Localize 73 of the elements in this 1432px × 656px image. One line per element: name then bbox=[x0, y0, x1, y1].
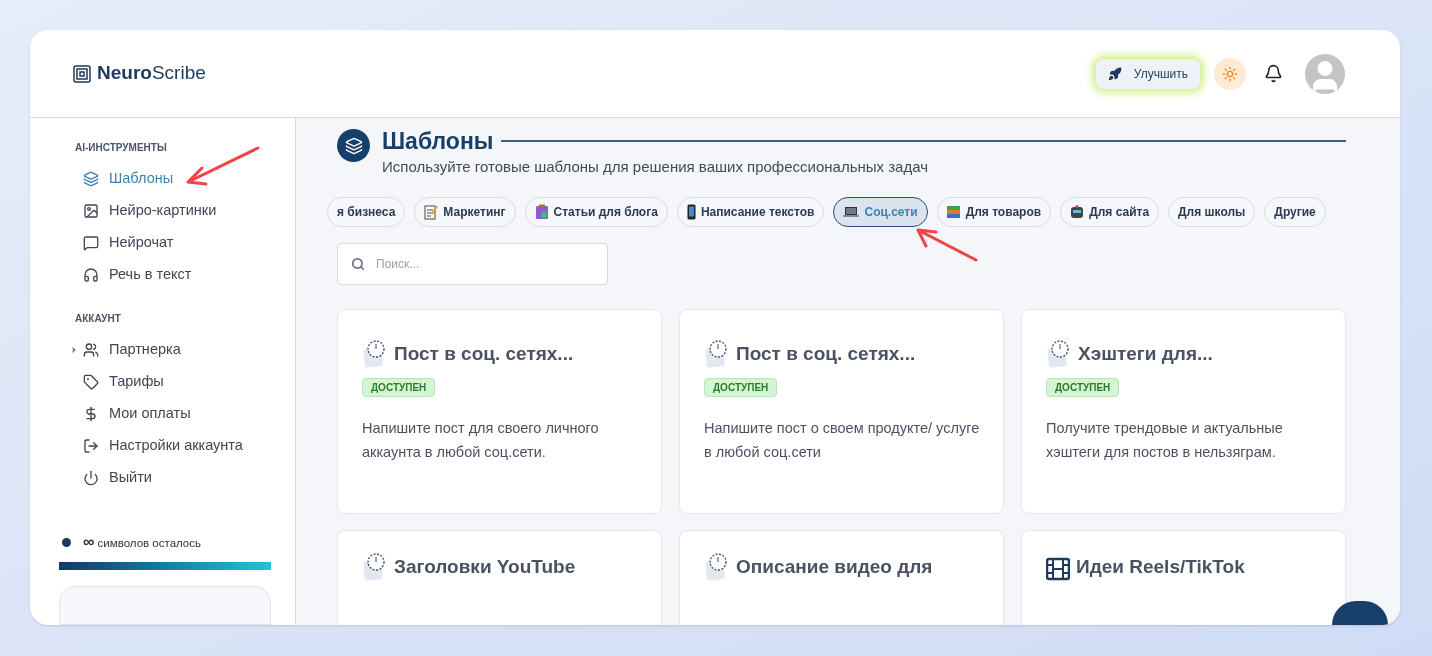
card-title: Пост в соц. сетях... bbox=[394, 341, 574, 366]
sidebar-link[interactable]: Партнерка bbox=[83, 339, 181, 361]
clock-note-icon bbox=[362, 553, 388, 581]
sidebar-link[interactable]: Шаблоны bbox=[83, 168, 174, 190]
sidebar-link[interactable]: Нейрочат bbox=[83, 232, 174, 254]
section-heading: АККАУНТ bbox=[75, 312, 122, 326]
category-chip[interactable]: Для товаров bbox=[936, 196, 1052, 227]
expand-caret-icon[interactable] bbox=[69, 345, 79, 355]
page-subtitle: Используйте готовые шаблоны для решения ваших профессиональных задач bbox=[382, 157, 929, 177]
brand-name: NeuroScribe bbox=[97, 61, 206, 86]
category-chip[interactable]: Другие bbox=[1264, 196, 1326, 227]
film-icon bbox=[1046, 557, 1070, 581]
category-chip[interactable]: Для сайта bbox=[1060, 196, 1160, 227]
card-title: Описание видео для bbox=[736, 554, 933, 579]
category-chip[interactable]: Маркетинг bbox=[414, 196, 516, 227]
notepad-icon bbox=[424, 203, 439, 220]
card-title: Хэштеги для... bbox=[1078, 341, 1213, 366]
robot-icon bbox=[1070, 204, 1085, 219]
card-description: Напишите пост о своем продукте/ услуге в любой соц.сети bbox=[704, 419, 981, 462]
phone-icon bbox=[686, 203, 696, 220]
notification-bell-icon[interactable] bbox=[1264, 64, 1283, 83]
card-title: Идеи Reels/TikTok bbox=[1076, 554, 1245, 579]
sun-icon bbox=[1222, 65, 1238, 82]
search-icon bbox=[351, 256, 365, 271]
headphones-icon bbox=[83, 267, 99, 283]
layers-icon bbox=[83, 171, 99, 187]
availability-badge: ДОСТУПЕН bbox=[704, 378, 778, 397]
chat-fab[interactable] bbox=[1332, 601, 1388, 625]
template-card[interactable]: Описание видео для bbox=[679, 529, 1004, 625]
template-card[interactable]: Хэштеги для... ДОСТУПЕН Получите трендовые и актуальные хэштеги для постов в нельзяграм. bbox=[1021, 308, 1346, 514]
clipboard-icon bbox=[534, 203, 549, 220]
card-title: Пост в соц. сетях... bbox=[736, 341, 916, 366]
card-description: Напишите пост для своего личного аккаунта в любой соц.сети. bbox=[362, 419, 600, 462]
category-chip[interactable]: я бизнеса bbox=[327, 196, 406, 227]
clock-note-icon bbox=[362, 340, 388, 368]
logo-icon bbox=[73, 64, 91, 83]
users-icon bbox=[83, 342, 99, 358]
template-card[interactable]: Заголовки YouTube bbox=[337, 529, 662, 625]
sidebar-link[interactable]: Речь в текст bbox=[83, 264, 192, 286]
availability-badge: ДОСТУПЕН bbox=[362, 378, 436, 397]
sidebar-link[interactable]: Нейро-картинки bbox=[83, 200, 217, 222]
card-description: Получите трендовые и актуальные хэштеги для постов в нельзяграм. bbox=[1046, 419, 1284, 462]
clock-note-icon bbox=[704, 340, 730, 368]
layers-icon bbox=[344, 136, 363, 155]
power-icon bbox=[83, 470, 99, 486]
books-icon bbox=[946, 204, 961, 219]
tag-icon bbox=[83, 374, 99, 390]
chat-icon bbox=[83, 235, 99, 251]
availability-badge: ДОСТУПЕН bbox=[1046, 378, 1120, 397]
upgrade-button[interactable]: Улучшить bbox=[1095, 58, 1200, 89]
template-card[interactable]: Пост в соц. сетях... ДОСТУПЕН Напишите пост для своего личного аккаунта в любой соц.сети. bbox=[337, 308, 662, 514]
card-title: Заголовки YouTube bbox=[394, 554, 576, 579]
sidebar-link[interactable]: Тарифы bbox=[83, 371, 164, 393]
image-icon bbox=[83, 203, 99, 219]
section-heading: AI-ИНСТРУМЕНТЫ bbox=[75, 141, 168, 155]
sidebar-link[interactable]: Настройки аккаунта bbox=[83, 435, 243, 457]
sidebar-link[interactable]: Выйти bbox=[83, 467, 152, 489]
rocket-icon bbox=[1107, 66, 1122, 81]
search-field[interactable]: Поиск... bbox=[337, 242, 608, 285]
sidebar-link[interactable]: Мои оплаты bbox=[83, 403, 191, 425]
category-chip[interactable]: Статьи для блога bbox=[524, 196, 668, 227]
template-card[interactable]: Идеи Reels/TikTok bbox=[1021, 529, 1346, 625]
category-chip[interactable]: Написание текстов bbox=[676, 196, 825, 227]
laptop-icon bbox=[843, 205, 860, 218]
dollar-icon bbox=[83, 406, 99, 422]
logout-icon bbox=[83, 438, 99, 454]
clock-note-icon bbox=[1046, 340, 1072, 368]
template-card[interactable]: Пост в соц. сетях... ДОСТУПЕН Напишите пост о своем продукте/ услуге в любой соц.сети bbox=[679, 308, 1004, 514]
category-chip[interactable]: Для школы bbox=[1168, 196, 1256, 227]
clock-note-icon bbox=[704, 553, 730, 581]
quota-text: ∞ символов осталось bbox=[83, 532, 201, 552]
page-title: Шаблоны bbox=[382, 127, 494, 156]
theme-toggle[interactable] bbox=[1214, 57, 1246, 90]
